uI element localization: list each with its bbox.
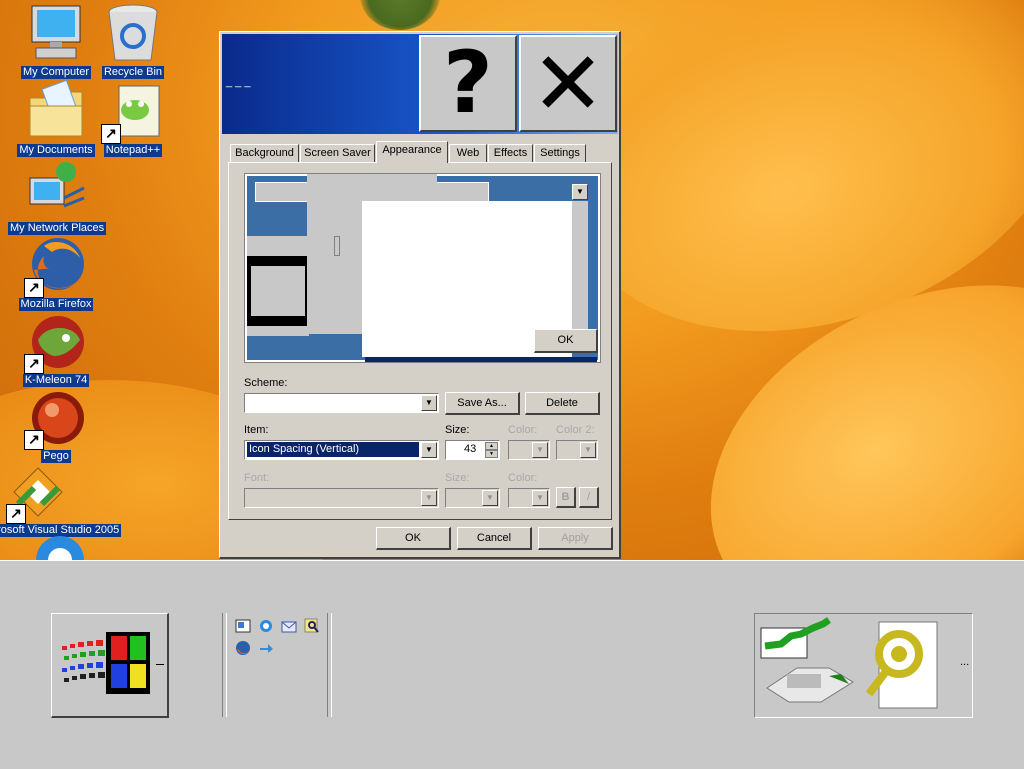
- tray-ellipsis: ...: [960, 656, 970, 668]
- spin-up-icon[interactable]: ▲: [485, 442, 498, 450]
- chevron-down-icon[interactable]: ▼: [532, 490, 548, 506]
- title-bar[interactable]: _ _ _ ? ✕: [222, 34, 618, 134]
- font-size-label: Size:: [445, 472, 470, 484]
- preview-dropdown-icon: ▼: [572, 184, 588, 200]
- chevron-down-icon[interactable]: ▼: [532, 442, 548, 458]
- tab-background[interactable]: Background: [230, 144, 299, 162]
- network-icon: [24, 158, 88, 222]
- desktop-icon-visual-studio[interactable]: ↗ Microsoft Visual Studio 2005: [0, 460, 122, 537]
- computer-icon: [24, 2, 88, 66]
- desktop-icon-label: My Documents: [17, 144, 95, 157]
- font-select[interactable]: ▼: [244, 488, 439, 508]
- scheme-select[interactable]: ▼: [244, 393, 439, 413]
- font-size-select[interactable]: ▼: [445, 488, 500, 508]
- color2-picker[interactable]: ▼: [556, 440, 598, 460]
- internet-explorer-icon[interactable]: [30, 530, 90, 560]
- shortcut-arrow-icon: ↗: [24, 430, 44, 450]
- desktop-icon-recycle-bin[interactable]: Recycle Bin: [85, 2, 181, 79]
- ok-button[interactable]: OK: [376, 527, 451, 550]
- size-spinner[interactable]: 43 ▲ ▼: [445, 440, 500, 460]
- chevron-down-icon[interactable]: ▼: [421, 442, 437, 458]
- size-label: Size:: [445, 424, 470, 436]
- desktop-icon-notepad-plus-plus[interactable]: ↗ Notepad++: [85, 80, 181, 157]
- tab-web[interactable]: Web: [449, 144, 487, 162]
- show-desktop-icon[interactable]: [235, 618, 251, 634]
- desktop-icon-label: Notepad++: [103, 144, 163, 157]
- delete-button[interactable]: Delete: [525, 392, 600, 415]
- tab-screen-saver[interactable]: Screen Saver: [300, 144, 375, 162]
- desktop-icon-my-network-places[interactable]: My Network Places: [8, 158, 107, 235]
- k-meleon-icon: ↗: [24, 310, 88, 374]
- firefox-icon[interactable]: [235, 640, 251, 656]
- network-connections-icon[interactable]: [757, 616, 861, 714]
- item-value: Icon Spacing (Vertical): [247, 442, 419, 457]
- appearance-tab-panel: ▼ OK Scheme: ▼ Save As... Delete Item: I…: [228, 162, 612, 520]
- pego-icon: ↗: [24, 386, 88, 450]
- desktop-icon-pego[interactable]: ↗ Pego: [8, 386, 104, 463]
- tab-appearance[interactable]: Appearance: [376, 141, 448, 163]
- toolbar-separator: [222, 613, 227, 717]
- cancel-button[interactable]: Cancel: [457, 527, 532, 550]
- color2-label: Color 2:: [556, 424, 595, 436]
- notepad-plus-plus-icon: ↗: [101, 80, 165, 144]
- shortcut-arrow-icon: ↗: [6, 504, 26, 524]
- toolbar-separator: [327, 613, 332, 717]
- outlook-express-icon[interactable]: [281, 618, 297, 634]
- font-label: Font:: [244, 472, 270, 484]
- shortcut-arrow-icon: ↗: [101, 124, 121, 144]
- search-icon[interactable]: [304, 618, 320, 634]
- item-select[interactable]: Icon Spacing (Vertical) ▼: [244, 440, 439, 460]
- tab-effects[interactable]: Effects: [488, 144, 533, 162]
- start-separator: [156, 664, 164, 665]
- color-label: Color:: [508, 424, 538, 436]
- folder-icon: [24, 79, 88, 144]
- shortcut-arrow-icon: ↗: [24, 278, 44, 298]
- desktop-icon-k-meleon[interactable]: ↗ K-Meleon 74: [8, 310, 104, 387]
- window-title: _ _ _: [226, 76, 251, 88]
- shortcut-arrow-icon: ↗: [24, 354, 44, 374]
- display-properties-dialog: _ _ _ ? ✕ Background Screen Saver Appear…: [219, 31, 621, 559]
- help-button[interactable]: ?: [419, 35, 517, 132]
- visual-studio-icon: ↗: [6, 460, 70, 524]
- bold-button[interactable]: B: [556, 487, 576, 508]
- taskbar: ...: [0, 560, 1024, 769]
- chevron-down-icon[interactable]: ▼: [482, 490, 498, 506]
- internet-explorer-icon[interactable]: [258, 618, 274, 634]
- apply-button[interactable]: Apply: [538, 527, 613, 550]
- size-value: 43: [464, 443, 477, 455]
- desktop-icon-label: Recycle Bin: [101, 66, 165, 79]
- firefox-icon: ↗: [24, 234, 88, 298]
- save-as-button[interactable]: Save As...: [445, 392, 520, 415]
- item-label: Item:: [244, 424, 269, 436]
- chevron-down-icon[interactable]: ▼: [421, 395, 437, 411]
- font-color-label: Color:: [508, 472, 538, 484]
- italic-button[interactable]: /: [579, 487, 599, 508]
- recycle-bin-icon: [101, 2, 165, 66]
- search-key-icon[interactable]: [865, 618, 945, 714]
- spin-down-icon[interactable]: ▼: [485, 450, 498, 458]
- start-button[interactable]: [51, 613, 169, 718]
- chevron-down-icon[interactable]: ▼: [580, 442, 596, 458]
- font-color-picker[interactable]: ▼: [508, 488, 550, 508]
- scheme-label: Scheme:: [244, 377, 288, 389]
- preview-ok-button[interactable]: OK: [534, 329, 598, 353]
- close-button[interactable]: ✕: [519, 35, 617, 132]
- windows-logo-icon: [58, 632, 153, 696]
- chevron-down-icon[interactable]: ▼: [421, 490, 437, 506]
- color-picker[interactable]: ▼: [508, 440, 550, 460]
- desktop-icon-mozilla-firefox[interactable]: ↗ Mozilla Firefox: [8, 234, 104, 311]
- arrow-icon[interactable]: [258, 640, 274, 656]
- appearance-preview[interactable]: ▼ OK: [244, 173, 601, 363]
- tab-settings[interactable]: Settings: [534, 144, 586, 162]
- system-tray: ...: [754, 613, 973, 718]
- desktop-icon-label: My Computer: [20, 66, 92, 79]
